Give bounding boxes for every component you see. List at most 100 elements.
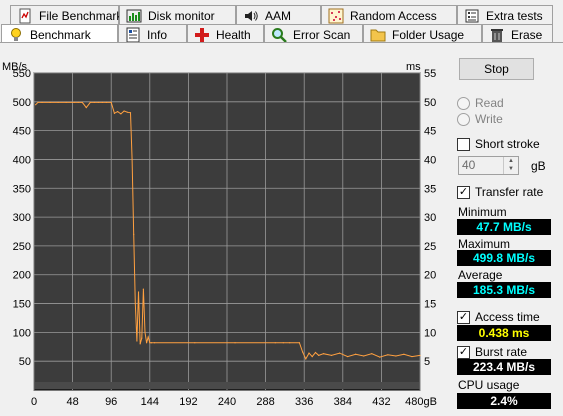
stop-button[interactable]: Stop [459, 58, 534, 80]
transfer-rate-point [403, 353, 405, 355]
transfer-rate-point [144, 331, 146, 333]
write-radio-label: Write [475, 112, 503, 126]
read-radio-label: Read [475, 96, 504, 110]
short-stroke-checkbox[interactable]: Short stroke [457, 137, 540, 151]
tab-aam[interactable]: AAM [236, 5, 321, 25]
transfer-rate-point [134, 302, 136, 305]
y-tick-label: 300 [13, 212, 31, 224]
transfer-rate-point [126, 111, 128, 113]
tab-extra-tests[interactable]: Extra tests [457, 5, 553, 25]
tab-label: Folder Usage [392, 27, 465, 42]
y2-tick-label: 50 [424, 97, 436, 109]
tab-label: Disk monitor [148, 8, 215, 23]
y-tick-label: 450 [13, 126, 31, 138]
transfer-rate-point [57, 101, 59, 103]
tab-file-benchmark[interactable]: File Benchmark [10, 5, 123, 25]
write-radio-circle[interactable] [457, 112, 470, 126]
tab-label: Info [147, 27, 168, 42]
x-tick-label: 96 [105, 396, 117, 408]
transfer-rate-point [379, 356, 381, 358]
y-tick-label: 200 [13, 270, 31, 282]
transfer-rate-point [289, 342, 291, 344]
transfer-rate-point [347, 355, 349, 358]
random-access-icon [328, 8, 344, 24]
tab-benchmark[interactable]: Benchmark [1, 24, 118, 44]
read-radio[interactable]: Read [457, 96, 504, 110]
speaker-icon [243, 8, 259, 24]
transfer-rate-point [129, 112, 132, 114]
average-value: 185.3 MB/s [457, 282, 551, 298]
tab-random-access[interactable]: Random Access [321, 5, 457, 25]
transfer-rate-point [113, 112, 116, 114]
cpu-usage-value: 2.4% [457, 393, 551, 409]
transfer-rate-point [298, 342, 300, 344]
tab-info[interactable]: Info [118, 24, 187, 44]
transfer-rate-point [89, 101, 91, 103]
y2-tick-label: 35 [424, 183, 436, 195]
transfer-rate-point [120, 113, 122, 115]
folder-icon [370, 27, 386, 43]
x-tick-label: 480gB [405, 396, 437, 408]
health-cross-icon [194, 27, 210, 43]
transfer-rate-point [314, 351, 317, 354]
transfer-rate-point [77, 101, 79, 103]
transfer-rate-point [371, 353, 373, 355]
access-time-box[interactable]: ✓ [457, 310, 470, 324]
tab-label: AAM [265, 8, 292, 23]
burst-rate-checkbox[interactable]: ✓ Burst rate [457, 345, 527, 359]
transfer-rate-point [136, 340, 138, 342]
tab-label: File Benchmark [39, 8, 123, 23]
transfer-rate-point [234, 342, 236, 344]
burst-rate-box[interactable]: ✓ [457, 345, 470, 359]
short-stroke-size-stepper[interactable]: 40 ▲ ▼ [458, 156, 519, 175]
transfer-rate-point [301, 351, 304, 353]
extra-tests-icon [464, 8, 480, 24]
x-tick-label: 288 [256, 396, 274, 408]
tab-folder-usage[interactable]: Folder Usage [363, 24, 482, 44]
transfer-rate-point [355, 353, 357, 355]
tab-error-scan[interactable]: Error Scan [264, 24, 363, 44]
transfer-rate-point [154, 342, 156, 344]
transfer-rate-point [105, 101, 107, 103]
y2-axis-unit-label: ms [406, 61, 421, 73]
y2-tick-label: 25 [424, 241, 436, 253]
stroke-unit-label: gB [531, 159, 546, 173]
transfer-rate-point [305, 358, 307, 360]
stepper-arrows[interactable]: ▲ ▼ [503, 157, 518, 174]
tab-label: Erase [511, 27, 543, 42]
tab-label: Extra tests [486, 8, 543, 23]
y2-tick-label: 45 [424, 126, 436, 138]
benchmark-chart: MB/s ms 50 100 150 200 250 300 350 400 450 500 550 5 1… [0, 43, 445, 413]
tab-health[interactable]: Health [187, 24, 264, 44]
transfer-rate-point [322, 353, 325, 355]
transfer-rate-box[interactable]: ✓ [457, 185, 470, 199]
tab-label: Error Scan [293, 27, 351, 42]
read-radio-circle[interactable] [457, 96, 470, 110]
x-tick-label: 384 [334, 396, 352, 408]
transfer-rate-point [318, 354, 320, 357]
average-label: Average [458, 268, 503, 282]
x-tick-label: 0 [31, 396, 37, 408]
y2-tick-label: 55 [424, 68, 436, 80]
access-time-checkbox[interactable]: ✓ Access time [457, 310, 540, 324]
transfer-rate-point [308, 352, 310, 354]
transfer-rate-point [73, 101, 75, 103]
burst-rate-value: 223.4 MB/s [457, 359, 551, 375]
transfer-rate-point [35, 104, 37, 106]
lightbulb-icon [8, 27, 24, 43]
transfer-rate-point [133, 233, 135, 235]
tab-erase[interactable]: Erase [482, 24, 553, 44]
transfer-rate-point [147, 336, 149, 338]
transfer-rate-point [142, 288, 144, 290]
info-icon [125, 27, 141, 43]
transfer-rate-point [49, 101, 51, 103]
write-radio[interactable]: Write [457, 112, 503, 126]
access-time-value: 0.438 ms [457, 325, 551, 341]
transfer-rate-label: Transfer rate [475, 185, 544, 199]
tab-disk-monitor[interactable]: Disk monitor [119, 5, 236, 25]
chart-svg: MB/s ms5010015020025030035040045050055051… [2, 61, 437, 408]
short-stroke-box[interactable] [457, 137, 470, 151]
cpu-usage-label: CPU usage [458, 378, 520, 392]
transfer-rate-point [274, 342, 276, 344]
transfer-rate-checkbox[interactable]: ✓ Transfer rate [457, 185, 543, 199]
